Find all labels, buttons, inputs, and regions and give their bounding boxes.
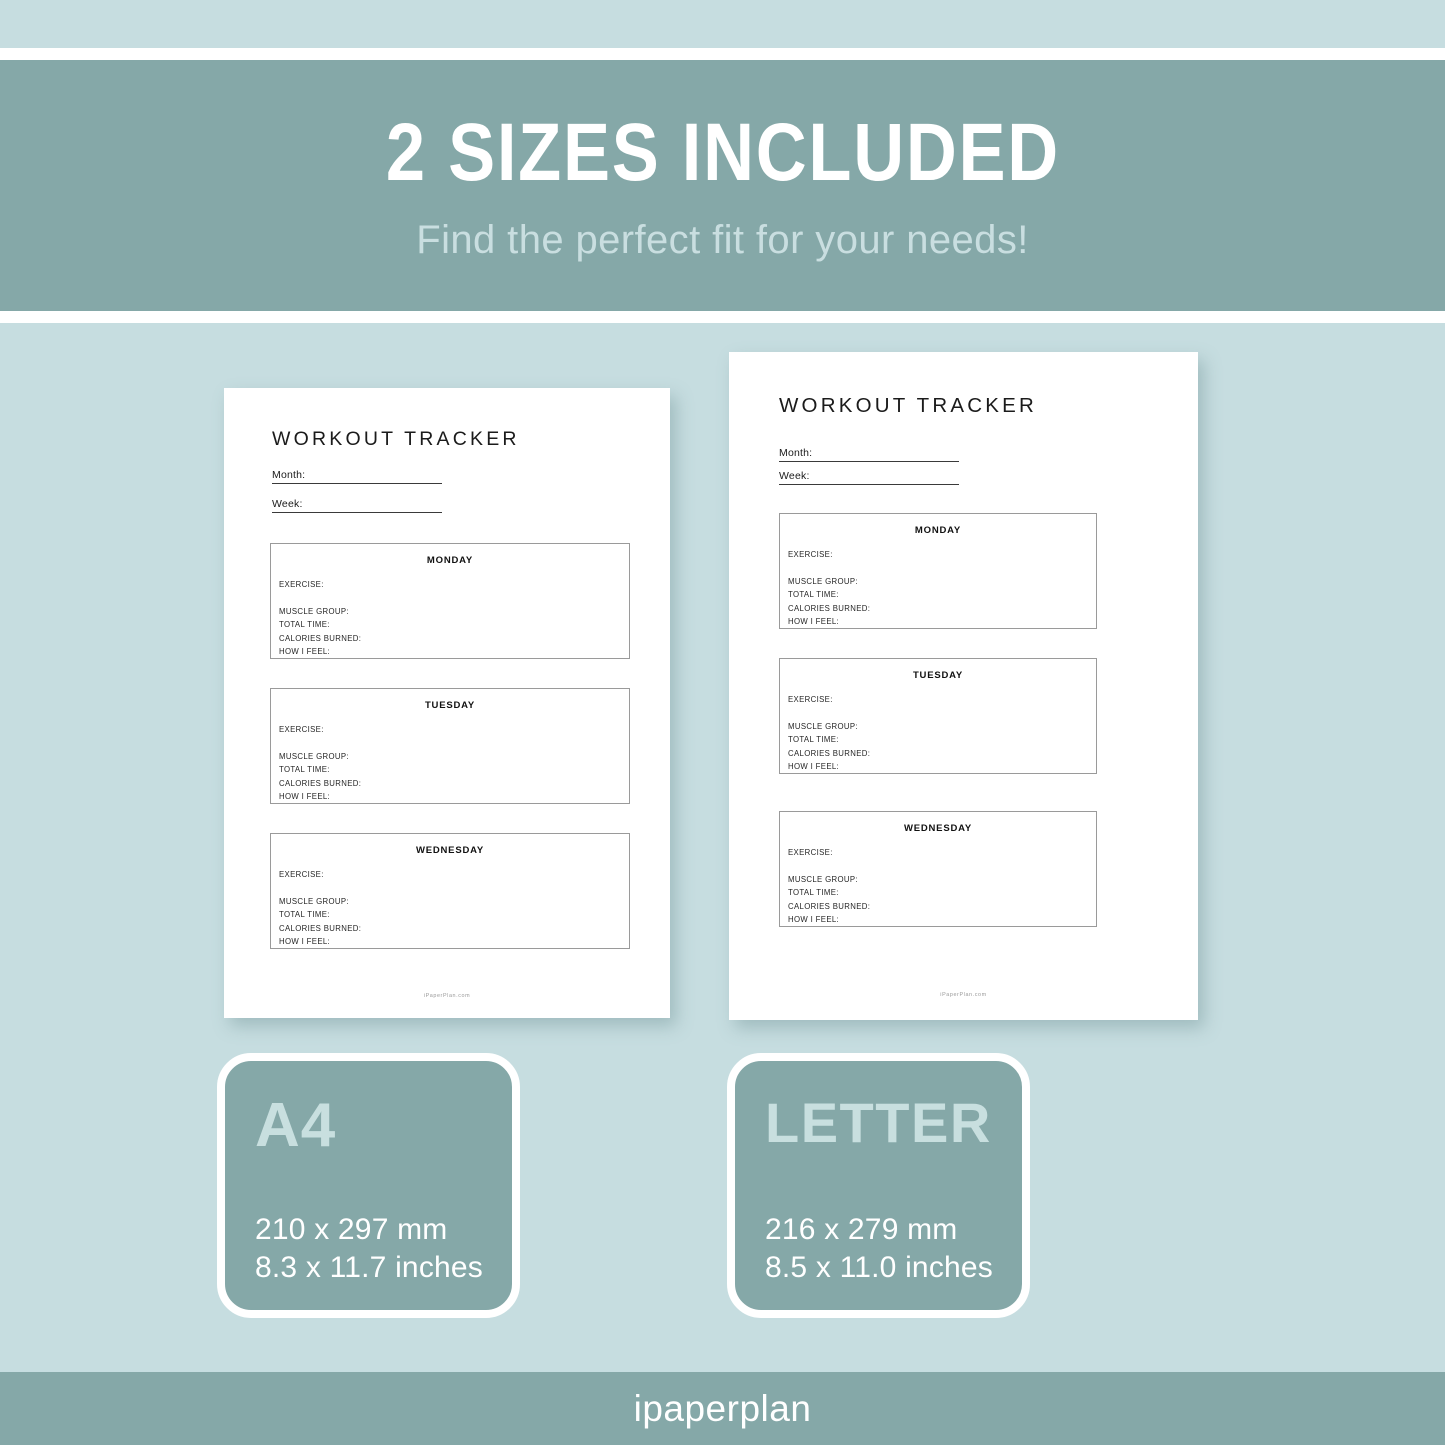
day-block-tuesday: TUESDAY EXERCISE: MUSCLE GROUP: TOTAL TI…: [270, 688, 630, 804]
size-badge-letter[interactable]: LETTER 216 x 279 mm 8.5 x 11.0 inches: [727, 1053, 1030, 1318]
promo-canvas: 2 SIZES INCLUDED Find the perfect fit fo…: [0, 0, 1445, 1445]
day-field-total-time: TOTAL TIME:: [788, 888, 839, 897]
day-field-total-time: TOTAL TIME:: [788, 735, 839, 744]
size-badge-inches: 8.5 x 11.0 inches: [765, 1251, 993, 1284]
day-field-how-i-feel: HOW I FEEL:: [788, 915, 840, 924]
day-field-how-i-feel: HOW I FEEL:: [788, 617, 840, 626]
day-field-total-time: TOTAL TIME:: [788, 590, 839, 599]
week-field-line: [272, 512, 442, 513]
day-field-spacer: [279, 592, 361, 605]
day-field-spacer: [279, 737, 361, 750]
day-block-title: WEDNESDAY: [415, 845, 485, 856]
day-field-muscle-group: MUSCLE GROUP:: [279, 896, 349, 906]
day-block-title: MONDAY: [914, 525, 962, 536]
day-field-spacer: [279, 882, 361, 895]
day-block-monday: MONDAY EXERCISE: MUSCLE GROUP: TOTAL TIM…: [779, 513, 1097, 629]
day-field-total-time: TOTAL TIME:: [279, 765, 330, 774]
banner-subtitle: Find the perfect fit for your needs!: [416, 217, 1029, 262]
preview-sheet-a4[interactable]: WORKOUT TRACKER Month: Week: MONDAY EXER…: [224, 388, 670, 1018]
month-field-label: Month:: [779, 447, 813, 459]
day-field-how-i-feel: HOW I FEEL:: [788, 762, 840, 771]
day-field-spacer: [788, 707, 870, 720]
day-block-fields: EXERCISE: MUSCLE GROUP: TOTAL TIME: CALO…: [788, 846, 870, 927]
day-field-calories-burned: CALORIES BURNED:: [279, 633, 362, 643]
page-title: WORKOUT TRACKER: [779, 394, 1037, 417]
day-field-spacer: [788, 562, 870, 575]
day-field-total-time: TOTAL TIME:: [279, 910, 330, 919]
size-badge-name: A4: [255, 1091, 337, 1160]
month-field[interactable]: Month:: [779, 442, 959, 462]
day-field-calories-burned: CALORIES BURNED:: [788, 603, 871, 613]
day-block-title: TUESDAY: [912, 670, 964, 681]
size-badge-dimensions: 210 x 297 mm 8.3 x 11.7 inches: [255, 1211, 483, 1287]
header-banner: 2 SIZES INCLUDED Find the perfect fit fo…: [0, 60, 1445, 311]
day-block-title: MONDAY: [426, 555, 474, 566]
banner-bottom-divider-strip: [0, 311, 1445, 323]
page-title: WORKOUT TRACKER: [272, 428, 520, 450]
size-badge-dimensions: 216 x 279 mm 8.5 x 11.0 inches: [765, 1211, 993, 1287]
week-field[interactable]: Week:: [779, 465, 959, 485]
day-field-exercise: EXERCISE:: [279, 870, 324, 879]
month-field-label: Month:: [272, 469, 306, 481]
footer-brand-bar: ipaperplan: [0, 1372, 1445, 1445]
brand-wordmark: ipaperplan: [633, 1388, 812, 1429]
day-field-calories-burned: CALORIES BURNED:: [279, 778, 362, 788]
week-field-line: [779, 484, 959, 485]
day-block-title: WEDNESDAY: [903, 823, 973, 834]
day-field-exercise: EXERCISE:: [279, 580, 324, 589]
day-block-fields: EXERCISE: MUSCLE GROUP: TOTAL TIME: CALO…: [788, 548, 870, 629]
day-block-wednesday: WEDNESDAY EXERCISE: MUSCLE GROUP: TOTAL …: [270, 833, 630, 949]
month-field[interactable]: Month:: [272, 464, 442, 484]
day-field-muscle-group: MUSCLE GROUP:: [279, 751, 349, 761]
day-field-muscle-group: MUSCLE GROUP:: [788, 576, 858, 586]
day-field-how-i-feel: HOW I FEEL:: [279, 647, 331, 656]
sheet-credit: iPaperPlan.com: [423, 993, 471, 999]
week-field-label: Week:: [779, 470, 810, 482]
day-field-muscle-group: MUSCLE GROUP:: [788, 721, 858, 731]
size-badge-inches: 8.3 x 11.7 inches: [255, 1251, 483, 1284]
day-block-monday: MONDAY EXERCISE: MUSCLE GROUP: TOTAL TIM…: [270, 543, 630, 659]
size-badge-name: LETTER: [765, 1091, 992, 1154]
day-field-how-i-feel: HOW I FEEL:: [279, 792, 331, 801]
banner-title: 2 SIZES INCLUDED: [385, 106, 1060, 198]
month-field-line: [779, 461, 959, 462]
sheet-content-letter: WORKOUT TRACKER Month: Week: MONDAY EXER…: [729, 352, 1198, 1020]
day-field-exercise: EXERCISE:: [788, 550, 833, 559]
day-block-fields: EXERCISE: MUSCLE GROUP: TOTAL TIME: CALO…: [788, 693, 870, 774]
day-block-fields: EXERCISE: MUSCLE GROUP: TOTAL TIME: CALO…: [279, 723, 361, 804]
size-badge-mm: 210 x 297 mm: [255, 1213, 448, 1246]
day-block-wednesday: WEDNESDAY EXERCISE: MUSCLE GROUP: TOTAL …: [779, 811, 1097, 927]
day-field-total-time: TOTAL TIME:: [279, 620, 330, 629]
size-badge-mm: 216 x 279 mm: [765, 1213, 958, 1246]
day-block-tuesday: TUESDAY EXERCISE: MUSCLE GROUP: TOTAL TI…: [779, 658, 1097, 774]
month-field-line: [272, 483, 442, 484]
preview-sheet-letter[interactable]: WORKOUT TRACKER Month: Week: MONDAY EXER…: [729, 352, 1198, 1020]
day-block-fields: EXERCISE: MUSCLE GROUP: TOTAL TIME: CALO…: [279, 578, 361, 659]
day-block-title: TUESDAY: [424, 700, 476, 711]
day-field-exercise: EXERCISE:: [788, 695, 833, 704]
week-field[interactable]: Week:: [272, 493, 442, 513]
day-field-muscle-group: MUSCLE GROUP:: [279, 606, 349, 616]
day-field-calories-burned: CALORIES BURNED:: [788, 901, 871, 911]
day-block-fields: EXERCISE: MUSCLE GROUP: TOTAL TIME: CALO…: [279, 868, 361, 949]
sheet-credit: iPaperPlan.com: [940, 992, 987, 998]
day-field-how-i-feel: HOW I FEEL:: [279, 937, 331, 946]
sheet-content-a4: WORKOUT TRACKER Month: Week: MONDAY EXER…: [224, 388, 670, 1018]
day-field-exercise: EXERCISE:: [279, 725, 324, 734]
day-field-calories-burned: CALORIES BURNED:: [788, 748, 871, 758]
day-field-spacer: [788, 860, 870, 873]
top-divider-strip: [0, 48, 1445, 60]
day-field-exercise: EXERCISE:: [788, 848, 833, 857]
day-field-calories-burned: CALORIES BURNED:: [279, 923, 362, 933]
size-badge-a4[interactable]: A4 210 x 297 mm 8.3 x 11.7 inches: [217, 1053, 520, 1318]
week-field-label: Week:: [272, 498, 303, 510]
day-field-muscle-group: MUSCLE GROUP:: [788, 874, 858, 884]
